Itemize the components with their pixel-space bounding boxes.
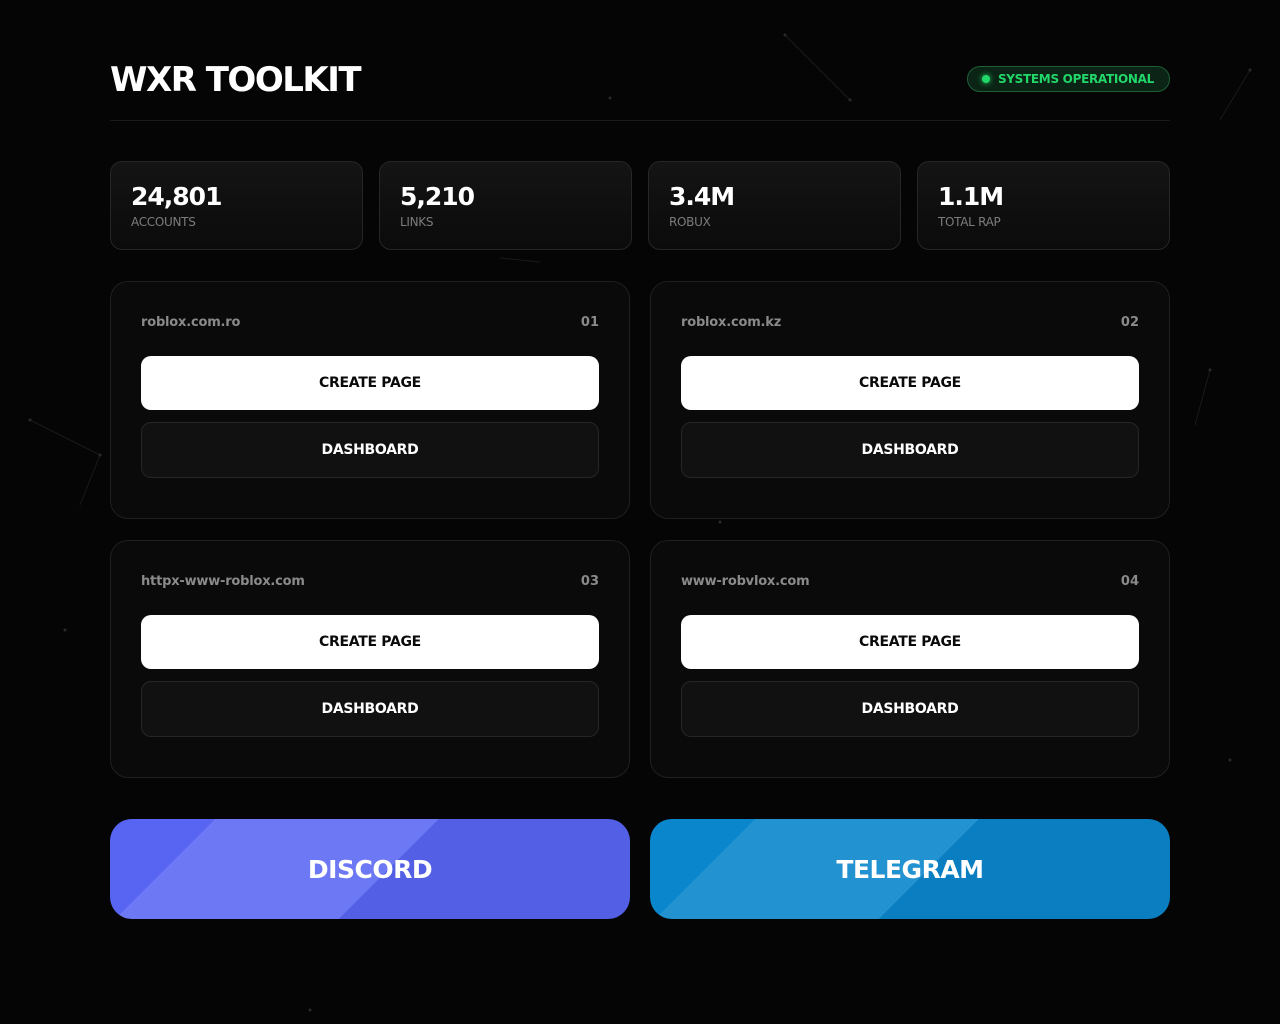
app-title: WXR TOOLKIT <box>110 60 362 100</box>
domain-grid: roblox.com.ro 01 CREATE PAGE DASHBOARD r… <box>110 281 1170 778</box>
dashboard-button[interactable]: DASHBOARD <box>141 681 599 737</box>
status-badge: SYSTEMS OPERATIONAL <box>966 66 1170 92</box>
domain-card-header: roblox.com.ro 01 <box>141 282 599 362</box>
stat-label: LINKS <box>400 215 434 229</box>
domain-name: roblox.com.kz <box>681 314 782 330</box>
domain-name: httpx-www-roblox.com <box>141 573 305 589</box>
domain-card-header: httpx-www-roblox.com 03 <box>141 541 599 621</box>
stat-label: TOTAL RAP <box>938 215 1001 229</box>
telegram-label: TELEGRAM <box>836 854 984 884</box>
create-page-button[interactable]: CREATE PAGE <box>141 356 599 410</box>
dashboard-button[interactable]: DASHBOARD <box>681 681 1139 737</box>
domain-card-header: roblox.com.kz 02 <box>681 282 1139 362</box>
social-links: DISCORD TELEGRAM <box>110 819 1170 919</box>
page-header: WXR TOOLKIT SYSTEMS OPERATIONAL <box>110 0 1170 121</box>
status-dot-icon <box>981 75 990 83</box>
stats-row: 24,801 ACCOUNTS 5,210 LINKS 3.4M ROBUX 1… <box>110 161 1170 250</box>
domain-name: roblox.com.ro <box>141 314 241 330</box>
dashboard-button[interactable]: DASHBOARD <box>141 422 599 478</box>
create-page-button[interactable]: CREATE PAGE <box>681 615 1139 669</box>
create-page-button[interactable]: CREATE PAGE <box>681 356 1139 410</box>
stat-label: ROBUX <box>669 215 711 229</box>
domain-index: 02 <box>1120 314 1139 330</box>
discord-label: DISCORD <box>307 854 433 884</box>
discord-button[interactable]: DISCORD <box>110 819 630 919</box>
status-text: SYSTEMS OPERATIONAL <box>997 72 1154 86</box>
stat-card-total-rap: 1.1M TOTAL RAP <box>917 161 1170 250</box>
domain-card-04: www-robvlox.com 04 CREATE PAGE DASHBOARD <box>650 540 1170 778</box>
create-page-button[interactable]: CREATE PAGE <box>141 615 599 669</box>
stat-value: 5,210 <box>400 182 475 211</box>
domain-index: 01 <box>580 314 599 330</box>
domain-index: 03 <box>580 573 599 589</box>
main-page: WXR TOOLKIT SYSTEMS OPERATIONAL 24,801 A… <box>110 0 1170 919</box>
domain-name: www-robvlox.com <box>681 573 810 589</box>
stat-card-robux: 3.4M ROBUX <box>648 161 901 250</box>
domain-card-01: roblox.com.ro 01 CREATE PAGE DASHBOARD <box>110 281 630 519</box>
domain-card-02: roblox.com.kz 02 CREATE PAGE DASHBOARD <box>650 281 1170 519</box>
dashboard-button[interactable]: DASHBOARD <box>681 422 1139 478</box>
domain-card-header: www-robvlox.com 04 <box>681 541 1139 621</box>
domain-index: 04 <box>1120 573 1139 589</box>
stat-value: 24,801 <box>131 182 222 211</box>
domain-card-03: httpx-www-roblox.com 03 CREATE PAGE DASH… <box>110 540 630 778</box>
telegram-button[interactable]: TELEGRAM <box>650 819 1170 919</box>
stat-value: 1.1M <box>938 182 1004 211</box>
stat-value: 3.4M <box>669 182 735 211</box>
stat-label: ACCOUNTS <box>131 215 196 229</box>
stat-card-accounts: 24,801 ACCOUNTS <box>110 161 363 250</box>
stat-card-links: 5,210 LINKS <box>379 161 632 250</box>
